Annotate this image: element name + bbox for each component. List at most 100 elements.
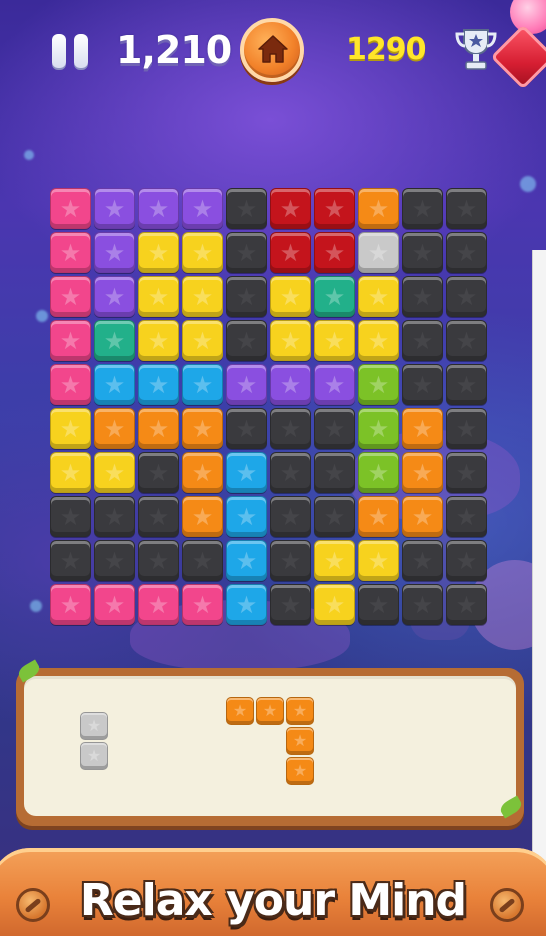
block-cell[interactable] xyxy=(182,276,223,317)
block-cell[interactable] xyxy=(50,452,91,493)
block-cell[interactable] xyxy=(138,232,179,273)
block-cell[interactable] xyxy=(94,584,135,625)
empty-cell[interactable] xyxy=(446,496,487,537)
block-cell[interactable] xyxy=(358,364,399,405)
empty-cell[interactable] xyxy=(94,540,135,581)
block-cell[interactable] xyxy=(50,364,91,405)
block-cell[interactable] xyxy=(358,276,399,317)
empty-cell[interactable] xyxy=(226,188,267,229)
block-cell[interactable] xyxy=(50,188,91,229)
empty-cell[interactable] xyxy=(402,188,443,229)
block-cell[interactable] xyxy=(182,496,223,537)
block-cell[interactable] xyxy=(358,408,399,449)
empty-cell[interactable] xyxy=(446,540,487,581)
block-cell[interactable] xyxy=(402,452,443,493)
block-cell[interactable] xyxy=(270,320,311,361)
block-cell[interactable] xyxy=(402,496,443,537)
block-cell[interactable] xyxy=(50,276,91,317)
block-cell[interactable] xyxy=(182,584,223,625)
empty-cell[interactable] xyxy=(314,452,355,493)
empty-cell[interactable] xyxy=(226,232,267,273)
pause-button[interactable] xyxy=(52,34,96,68)
empty-cell[interactable] xyxy=(50,496,91,537)
empty-cell[interactable] xyxy=(314,408,355,449)
empty-cell[interactable] xyxy=(270,408,311,449)
block-cell[interactable] xyxy=(94,364,135,405)
empty-cell[interactable] xyxy=(50,540,91,581)
block-cell[interactable] xyxy=(270,276,311,317)
block-cell[interactable] xyxy=(138,188,179,229)
block-cell[interactable] xyxy=(50,584,91,625)
block-cell[interactable] xyxy=(314,584,355,625)
empty-cell[interactable] xyxy=(446,320,487,361)
block-cell[interactable] xyxy=(94,452,135,493)
empty-cell[interactable] xyxy=(226,276,267,317)
block-cell[interactable] xyxy=(138,584,179,625)
block-cell[interactable] xyxy=(50,232,91,273)
empty-cell[interactable] xyxy=(446,408,487,449)
trophy-icon[interactable] xyxy=(454,26,498,72)
block-cell[interactable] xyxy=(314,364,355,405)
block-cell[interactable] xyxy=(138,364,179,405)
block-cell[interactable] xyxy=(358,320,399,361)
block-cell[interactable] xyxy=(314,320,355,361)
block-cell[interactable] xyxy=(138,408,179,449)
empty-cell[interactable] xyxy=(402,584,443,625)
empty-cell[interactable] xyxy=(314,496,355,537)
block-cell[interactable] xyxy=(94,188,135,229)
empty-cell[interactable] xyxy=(270,584,311,625)
block-cell[interactable] xyxy=(94,232,135,273)
empty-cell[interactable] xyxy=(226,408,267,449)
block-cell[interactable] xyxy=(182,320,223,361)
block-cell[interactable] xyxy=(270,188,311,229)
block-cell[interactable] xyxy=(94,276,135,317)
empty-cell[interactable] xyxy=(358,584,399,625)
empty-cell[interactable] xyxy=(446,188,487,229)
block-cell[interactable] xyxy=(226,584,267,625)
empty-cell[interactable] xyxy=(402,320,443,361)
block-cell[interactable] xyxy=(94,408,135,449)
block-cell[interactable] xyxy=(50,320,91,361)
block-cell[interactable] xyxy=(270,364,311,405)
block-cell[interactable] xyxy=(226,496,267,537)
block-cell[interactable] xyxy=(182,452,223,493)
block-cell[interactable] xyxy=(138,276,179,317)
block-cell[interactable] xyxy=(358,452,399,493)
block-cell[interactable] xyxy=(314,232,355,273)
block-cell[interactable] xyxy=(226,540,267,581)
empty-cell[interactable] xyxy=(446,232,487,273)
empty-cell[interactable] xyxy=(402,364,443,405)
empty-cell[interactable] xyxy=(226,320,267,361)
empty-cell[interactable] xyxy=(138,540,179,581)
empty-cell[interactable] xyxy=(446,364,487,405)
block-cell[interactable] xyxy=(358,188,399,229)
block-cell[interactable] xyxy=(182,408,223,449)
block-cell[interactable] xyxy=(314,188,355,229)
block-cell[interactable] xyxy=(226,452,267,493)
empty-cell[interactable] xyxy=(270,452,311,493)
block-cell[interactable] xyxy=(182,364,223,405)
block-cell[interactable] xyxy=(314,540,355,581)
home-button[interactable] xyxy=(240,18,304,82)
empty-cell[interactable] xyxy=(138,452,179,493)
block-cell[interactable] xyxy=(94,320,135,361)
block-cell[interactable] xyxy=(358,496,399,537)
block-cell[interactable] xyxy=(358,232,399,273)
block-cell[interactable] xyxy=(402,408,443,449)
block-cell[interactable] xyxy=(270,232,311,273)
block-cell[interactable] xyxy=(138,320,179,361)
block-cell[interactable] xyxy=(226,364,267,405)
block-cell[interactable] xyxy=(182,188,223,229)
game-board[interactable] xyxy=(50,188,490,628)
block-cell[interactable] xyxy=(358,540,399,581)
empty-cell[interactable] xyxy=(270,540,311,581)
empty-cell[interactable] xyxy=(402,276,443,317)
block-cell[interactable] xyxy=(182,232,223,273)
empty-cell[interactable] xyxy=(270,496,311,537)
empty-cell[interactable] xyxy=(446,276,487,317)
empty-cell[interactable] xyxy=(402,232,443,273)
empty-cell[interactable] xyxy=(94,496,135,537)
empty-cell[interactable] xyxy=(402,540,443,581)
empty-cell[interactable] xyxy=(446,584,487,625)
empty-cell[interactable] xyxy=(446,452,487,493)
